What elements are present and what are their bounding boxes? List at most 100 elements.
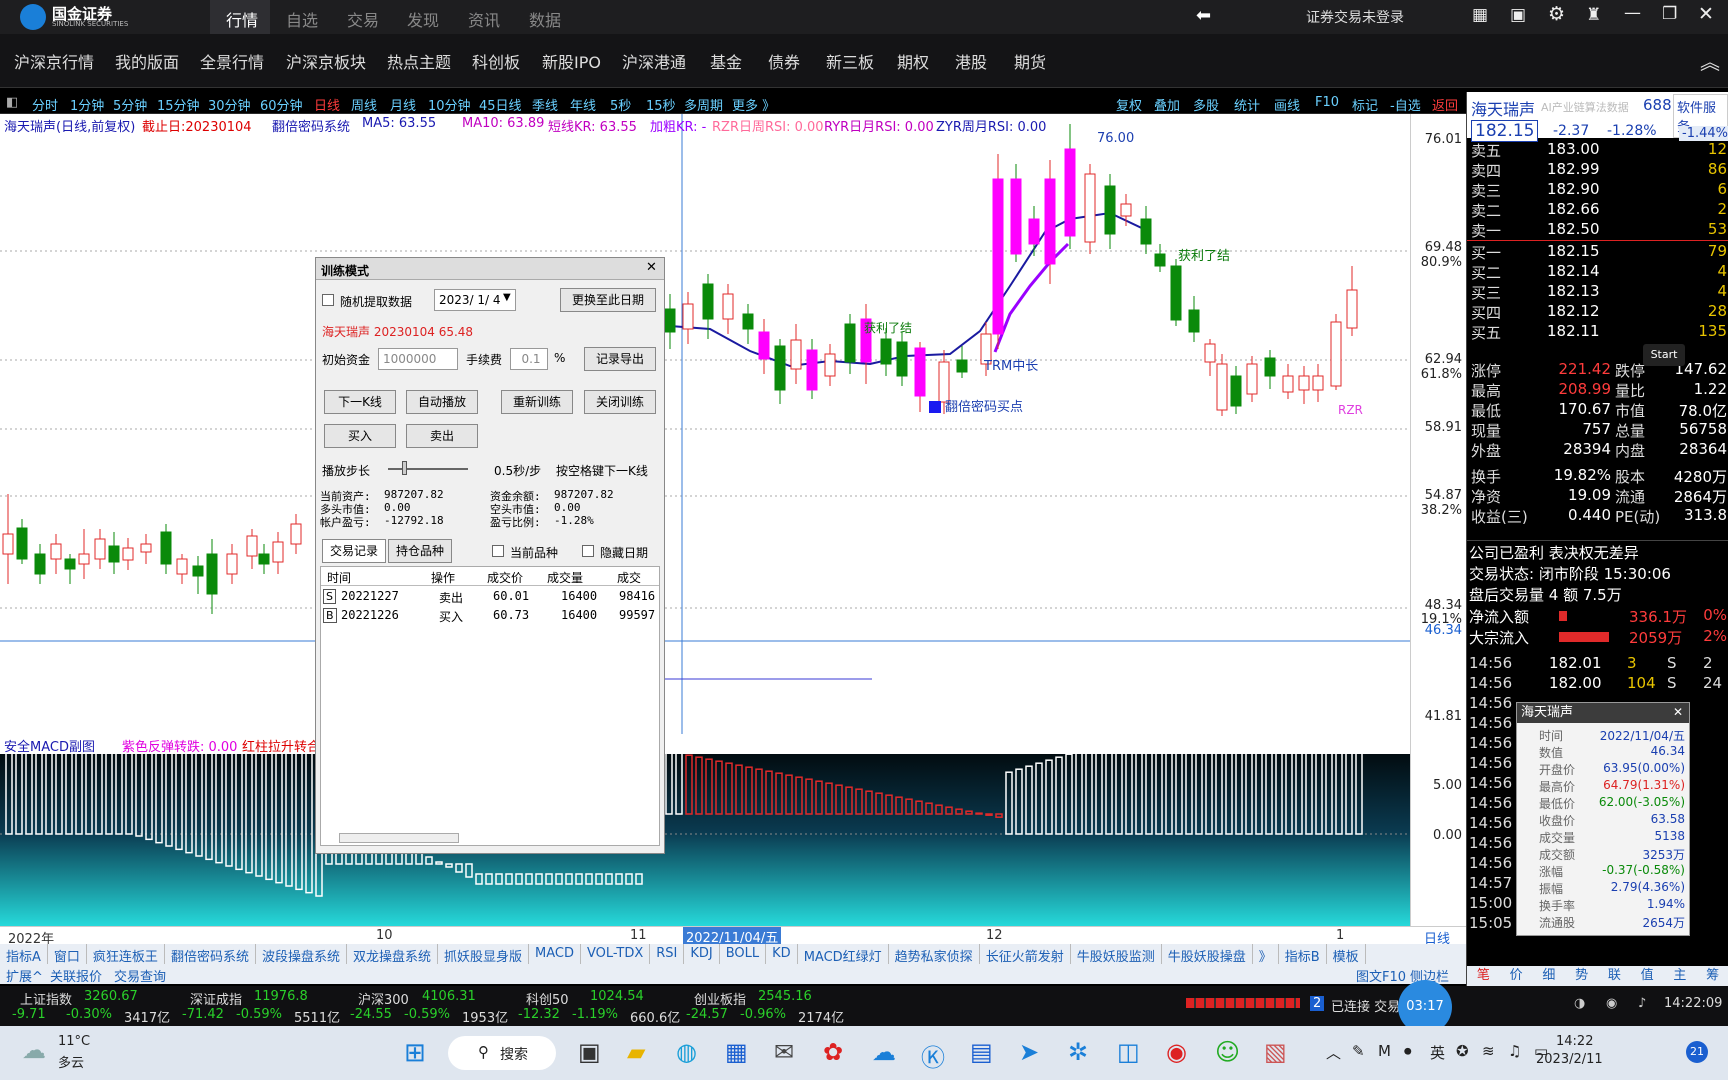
table-header[interactable]: 成交量 bbox=[547, 569, 583, 586]
f10-icon[interactable]: ▣ bbox=[1510, 5, 1526, 25]
period-item[interactable]: 月线 bbox=[390, 95, 416, 114]
maximize-icon[interactable]: ❐ bbox=[1662, 4, 1677, 24]
ime-icon[interactable]: 英 bbox=[1430, 1042, 1445, 1063]
layout-icon[interactable]: ▦ bbox=[1472, 5, 1488, 25]
sell-button[interactable]: 卖出 bbox=[406, 424, 478, 448]
index-name[interactable]: 科创50 bbox=[526, 989, 569, 1008]
buy-button[interactable]: 买入 bbox=[324, 424, 396, 448]
back-arrow-icon[interactable]: ⬅ bbox=[1196, 5, 1211, 26]
book-price[interactable]: 183.00 bbox=[1547, 140, 1600, 158]
f10-tab[interactable]: 图文F10 bbox=[1356, 966, 1406, 985]
topnav-quotes[interactable]: 行情 bbox=[226, 7, 258, 31]
nav-item[interactable]: 新股IPO bbox=[542, 49, 601, 73]
indicator-sys[interactable]: 翻倍密码系统 bbox=[272, 116, 350, 135]
close-icon[interactable]: ✕ bbox=[1698, 3, 1714, 25]
tool-item[interactable]: 叠加 bbox=[1154, 95, 1180, 114]
nav-item[interactable]: 全景行情 bbox=[200, 49, 264, 73]
store-icon[interactable]: ▦ bbox=[725, 1038, 748, 1066]
tool-item[interactable]: 复权 bbox=[1116, 95, 1142, 114]
trading-app-icon[interactable]: ◫ bbox=[1117, 1038, 1140, 1066]
restart-button[interactable]: 重新训练 bbox=[501, 390, 573, 414]
quote-tab[interactable]: 势 bbox=[1565, 966, 1598, 986]
speaker-icon[interactable]: ♫ bbox=[1508, 1042, 1521, 1060]
tool-item[interactable]: -自选 bbox=[1390, 95, 1421, 114]
network-icon[interactable]: ✲ bbox=[1068, 1038, 1088, 1066]
quote-tab[interactable]: 细 bbox=[1533, 966, 1566, 986]
task-view-icon[interactable]: ▣ bbox=[578, 1038, 601, 1066]
trade-record-tab[interactable]: 交易记录 bbox=[322, 539, 386, 563]
book-price[interactable]: 182.90 bbox=[1547, 180, 1600, 198]
nav-item[interactable]: 沪深港通 bbox=[622, 49, 686, 73]
screen-icon[interactable]: ◉ bbox=[1166, 1038, 1187, 1066]
nav-item[interactable]: 期货 bbox=[1014, 49, 1046, 73]
index-name[interactable]: 上证指数 bbox=[20, 989, 72, 1008]
topnav-trade[interactable]: 交易 bbox=[347, 7, 379, 31]
book-price[interactable]: 182.15 bbox=[1547, 242, 1600, 260]
autoplay-button[interactable]: 自动播放 bbox=[406, 390, 478, 414]
period-item[interactable]: 30分钟 bbox=[208, 95, 251, 114]
terminal-icon[interactable]: ▤ bbox=[970, 1038, 993, 1066]
period-item[interactable]: 45日线 bbox=[479, 95, 522, 114]
folder-icon[interactable]: ▰ bbox=[627, 1038, 645, 1066]
windows-start-icon[interactable]: ⊞ bbox=[404, 1038, 426, 1068]
popup-close-icon[interactable]: ✕ bbox=[1673, 705, 1683, 719]
stock-name[interactable]: 海天瑞声 bbox=[1471, 96, 1535, 120]
tool-item[interactable]: 标记 bbox=[1352, 95, 1378, 114]
start-button[interactable]: Start bbox=[1643, 344, 1685, 366]
book-price[interactable]: 182.99 bbox=[1547, 160, 1600, 178]
cloud-icon[interactable]: ☁ bbox=[872, 1038, 896, 1066]
security-icon[interactable]: ✪ bbox=[1456, 1042, 1469, 1060]
quote-tab[interactable]: 价 bbox=[1500, 966, 1533, 986]
indicator-stock[interactable]: 海天瑞声(日线,前复权) bbox=[4, 116, 135, 135]
tool-item[interactable]: 统计 bbox=[1234, 95, 1260, 114]
chevron-up-icon[interactable]: ︿ bbox=[1326, 1042, 1341, 1063]
period-item[interactable]: 15秒 bbox=[646, 95, 676, 114]
nav-item[interactable]: 基金 bbox=[710, 49, 742, 73]
gear-icon[interactable]: ⚙ bbox=[1548, 3, 1565, 25]
topnav-data[interactable]: 数据 bbox=[529, 7, 561, 31]
switch-date-button[interactable]: 更换至此日期 bbox=[560, 288, 656, 312]
quote-tab[interactable]: 联 bbox=[1598, 966, 1631, 986]
next-k-button[interactable]: 下一K线 bbox=[324, 390, 396, 414]
fee-input[interactable]: 0.1 bbox=[510, 348, 548, 370]
period-item[interactable]: 5分钟 bbox=[113, 95, 147, 114]
nav-item[interactable]: 我的版面 bbox=[115, 49, 179, 73]
nav-item[interactable]: 热点主题 bbox=[387, 49, 451, 73]
notification-badge[interactable]: 21 bbox=[1686, 1041, 1708, 1063]
index-name[interactable]: 创业板指 bbox=[694, 989, 746, 1008]
table-header[interactable]: 操作 bbox=[431, 569, 455, 586]
period-item[interactable]: 5秒 bbox=[610, 95, 631, 114]
keyboard-icon[interactable]: M bbox=[1378, 1042, 1391, 1060]
quote-tab[interactable]: 主 bbox=[1664, 966, 1697, 986]
collapse-up-icon[interactable]: ︽ bbox=[1700, 46, 1720, 75]
period-item-active[interactable]: 日线 bbox=[314, 95, 340, 114]
table-header[interactable]: 成交 bbox=[617, 569, 641, 586]
huawei-icon[interactable]: ✿ bbox=[823, 1038, 843, 1066]
tool-item[interactable]: 返回 bbox=[1432, 95, 1458, 114]
index-name[interactable]: 深证成指 bbox=[190, 989, 242, 1008]
nav-item[interactable]: 科创板 bbox=[472, 49, 520, 73]
feishu-icon[interactable]: ➤ bbox=[1019, 1038, 1039, 1066]
login-status[interactable]: 证券交易未登录 bbox=[1306, 7, 1404, 27]
minimize-icon[interactable]: — bbox=[1624, 3, 1641, 23]
topnav-discover[interactable]: 发现 bbox=[407, 7, 439, 31]
period-item[interactable]: 周线 bbox=[351, 95, 377, 114]
topnav-watchlist[interactable]: 自选 bbox=[286, 7, 318, 31]
period-item[interactable]: 多周期 bbox=[684, 95, 723, 114]
quote-tab[interactable]: 笔 bbox=[1467, 966, 1500, 986]
mic-icon[interactable]: ⏺ bbox=[1404, 1042, 1412, 1060]
wifi-icon[interactable]: ≋ bbox=[1482, 1042, 1495, 1060]
table-scrollbar[interactable] bbox=[339, 833, 459, 843]
table-header[interactable]: 时间 bbox=[327, 569, 351, 586]
period-item[interactable]: 季线 bbox=[532, 95, 558, 114]
weather-icon[interactable]: ☁ bbox=[22, 1036, 46, 1064]
book-price[interactable]: 182.66 bbox=[1547, 200, 1600, 218]
step-slider-handle[interactable] bbox=[402, 461, 407, 475]
capital-input[interactable]: 1000000 bbox=[378, 348, 458, 370]
quote-tab[interactable]: 筹 bbox=[1696, 966, 1728, 986]
close-training-button[interactable]: 关闭训练 bbox=[584, 390, 656, 414]
dialog-close-icon[interactable]: ✕ bbox=[646, 260, 657, 275]
nav-item[interactable]: 新三板 bbox=[826, 49, 874, 73]
related-tab[interactable]: 关联报价 bbox=[50, 966, 102, 985]
extend-tab[interactable]: 扩展^ bbox=[6, 966, 43, 985]
